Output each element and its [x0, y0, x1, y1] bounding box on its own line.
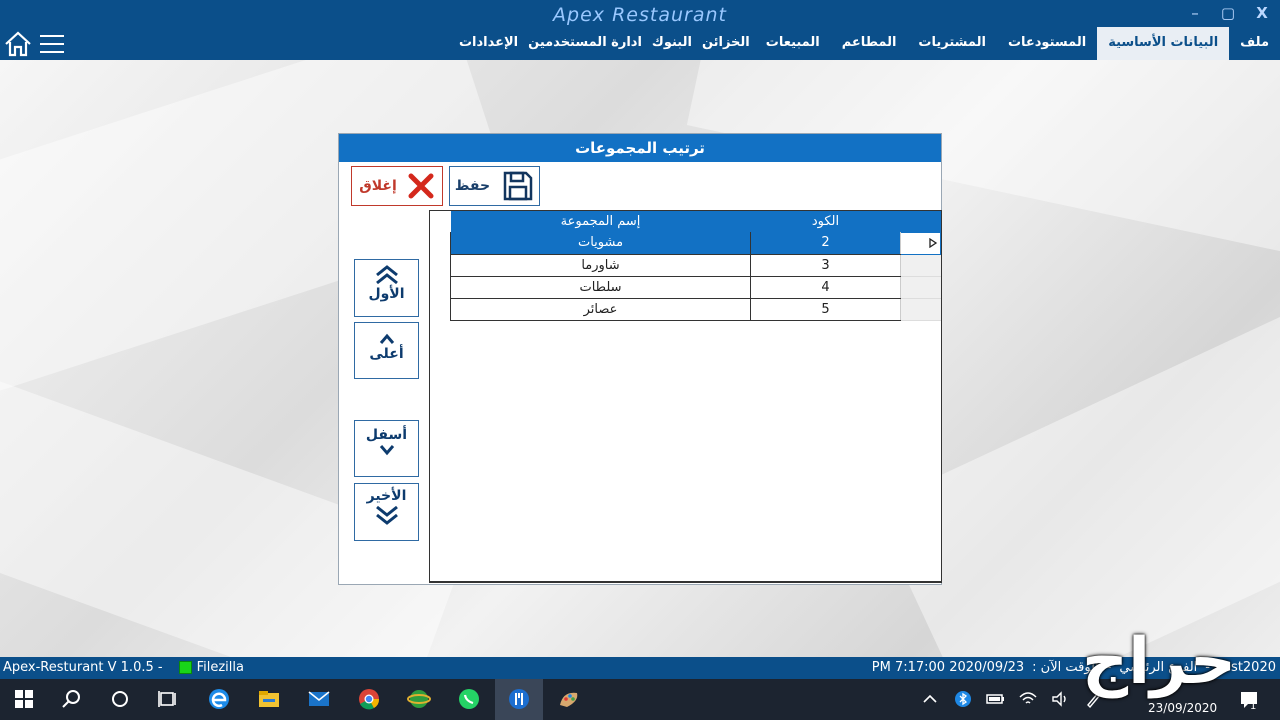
- hamburger-menu-icon[interactable]: [40, 35, 64, 53]
- haraj-watermark: حراج: [1082, 625, 1236, 699]
- edge-browser-icon[interactable]: [207, 687, 231, 711]
- red-x-icon: [408, 173, 434, 199]
- globe-app-icon[interactable]: [407, 687, 431, 711]
- table-row[interactable]: سلطات 4: [450, 276, 941, 299]
- taskbar-date[interactable]: 23/09/2020: [1148, 701, 1217, 715]
- move-first-button[interactable]: الأول: [354, 259, 419, 317]
- row-selector[interactable]: [900, 254, 941, 277]
- show-hidden-icons-chevron-icon[interactable]: [920, 689, 940, 709]
- tab-settings[interactable]: الإعدادات: [454, 27, 523, 60]
- minimize-button[interactable]: –: [1184, 4, 1206, 22]
- task-view-icon[interactable]: [156, 687, 180, 711]
- tab-user-management[interactable]: ادارة المستخدمين: [523, 27, 647, 60]
- row-selector[interactable]: [900, 298, 941, 321]
- close-label: إغلاق: [359, 178, 397, 194]
- move-last-button[interactable]: الأخير: [354, 483, 419, 541]
- home-icon[interactable]: [4, 31, 32, 57]
- move-down-label: أسفل: [365, 427, 408, 443]
- group-code-cell[interactable]: 2: [750, 232, 901, 255]
- group-code-cell[interactable]: 4: [750, 276, 901, 299]
- groups-grid: إسم المجموعة الكود مشويات 2 شاورما 3 سلط…: [429, 210, 942, 583]
- volume-icon[interactable]: [1050, 689, 1070, 709]
- tab-basic-data[interactable]: البيانات الأساسية: [1097, 27, 1230, 60]
- groups-table: إسم المجموعة الكود مشويات 2 شاورما 3 سلط…: [450, 211, 941, 321]
- ftp-label: Filezilla: [196, 660, 244, 675]
- tab-banks[interactable]: البنوك: [647, 27, 697, 60]
- table-row[interactable]: شاورما 3: [450, 254, 941, 277]
- ftp-status-indicator: [178, 661, 192, 674]
- move-first-label: الأول: [368, 286, 405, 302]
- search-icon[interactable]: [60, 687, 84, 711]
- maximize-button[interactable]: ▢: [1217, 4, 1239, 22]
- main-menu-tabs: ملف البيانات الأساسية المستودعات المشتري…: [454, 27, 1280, 60]
- group-name-cell[interactable]: شاورما: [450, 254, 751, 277]
- dialog-title: ترتيب المجموعات: [339, 134, 941, 162]
- whatsapp-icon[interactable]: [457, 687, 481, 711]
- group-name-cell[interactable]: سلطات: [450, 276, 751, 299]
- group-name-cell[interactable]: مشويات: [450, 232, 751, 255]
- file-explorer-icon[interactable]: [257, 687, 281, 711]
- table-row[interactable]: عصائر 5: [450, 298, 941, 321]
- notification-count: 1: [1250, 701, 1257, 712]
- action-center-icon[interactable]: [1238, 689, 1260, 711]
- group-name-cell[interactable]: عصائر: [450, 298, 751, 321]
- move-up-label: أعلى: [369, 346, 404, 362]
- app-version: Apex-Resturant V 1.0.5 -: [3, 660, 163, 675]
- current-datetime: PM 7:17:00 2020/09/23: [871, 660, 1025, 675]
- move-up-button[interactable]: أعلى: [354, 322, 419, 379]
- wifi-icon[interactable]: [1018, 689, 1038, 709]
- save-button[interactable]: حفظ: [449, 166, 540, 206]
- cortana-icon[interactable]: [108, 687, 132, 711]
- close-dialog-button[interactable]: إغلاق: [351, 166, 443, 206]
- tab-warehouses[interactable]: المستودعات: [997, 27, 1097, 60]
- paint-app-icon[interactable]: [557, 687, 581, 711]
- group-code-cell[interactable]: 3: [750, 254, 901, 277]
- bluetooth-icon[interactable]: [953, 689, 973, 709]
- tab-treasuries[interactable]: الخزائن: [697, 27, 755, 60]
- tab-sales[interactable]: المبيعات: [755, 27, 831, 60]
- tab-file[interactable]: ملف: [1229, 27, 1280, 60]
- column-header-code[interactable]: الكود: [750, 211, 901, 232]
- column-header-group-name[interactable]: إسم المجموعة: [450, 211, 751, 232]
- apex-restaurant-app-icon[interactable]: [507, 687, 531, 711]
- column-header-selector: [900, 211, 941, 232]
- current-row-arrow-icon: [929, 238, 938, 248]
- app-title-bar: Apex Restaurant – ▢ X ملف البيانات الأسا…: [0, 0, 1280, 60]
- sort-groups-dialog: ترتيب المجموعات إغلاق حفظ الأول أعلى أسف…: [338, 133, 942, 585]
- save-label: حفظ: [454, 178, 491, 194]
- battery-icon[interactable]: [985, 689, 1007, 709]
- chevron-down-icon: [379, 445, 394, 456]
- close-window-button[interactable]: X: [1251, 4, 1273, 22]
- mail-icon[interactable]: [307, 687, 331, 711]
- windows-start-icon[interactable]: [12, 687, 36, 711]
- double-chevron-up-icon: [375, 265, 398, 285]
- double-chevron-down-icon: [375, 505, 398, 525]
- group-code-cell[interactable]: 5: [750, 298, 901, 321]
- row-selector[interactable]: [900, 276, 941, 299]
- tab-restaurants[interactable]: المطاعم: [831, 27, 908, 60]
- row-selector[interactable]: [900, 231, 941, 255]
- table-row[interactable]: مشويات 2: [450, 231, 941, 255]
- move-last-label: الأخير: [366, 488, 407, 504]
- chevron-up-icon: [379, 333, 394, 344]
- chrome-icon[interactable]: [357, 687, 381, 711]
- app-title: Apex Restaurant: [553, 4, 727, 26]
- tab-purchases[interactable]: المشتريات: [907, 27, 997, 60]
- move-down-button[interactable]: أسفل: [354, 420, 419, 477]
- floppy-disk-icon: [503, 171, 533, 201]
